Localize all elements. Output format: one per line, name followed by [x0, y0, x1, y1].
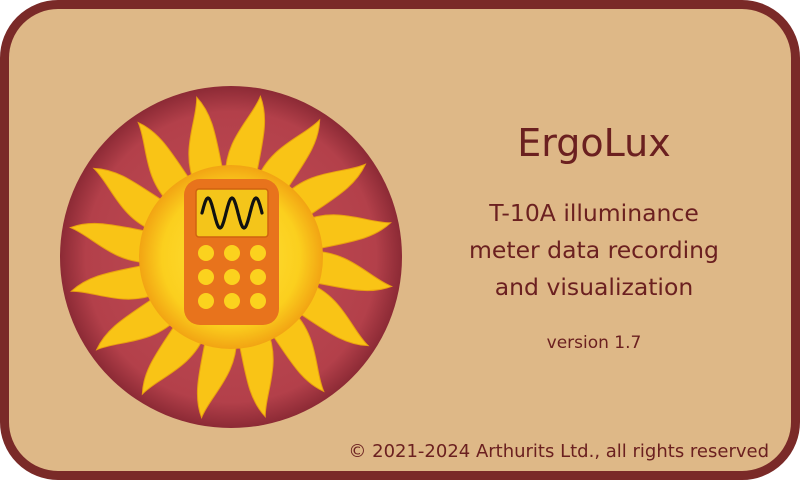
- app-description: T-10A illuminance meter data recording a…: [429, 195, 759, 306]
- keypad-button: [224, 293, 240, 309]
- keypad-button: [250, 269, 266, 285]
- splash-screen: ErgoLux T-10A illuminance meter data rec…: [0, 0, 800, 480]
- keypad-button: [250, 293, 266, 309]
- keypad-button: [198, 269, 214, 285]
- copyright-notice: © 2021-2024 Arthurits Ltd., all rights r…: [348, 441, 769, 462]
- keypad-button: [250, 245, 266, 261]
- app-logo: [53, 79, 409, 435]
- logo-graphic: [60, 86, 402, 428]
- app-title: ErgoLux: [517, 121, 671, 165]
- keypad-button: [198, 245, 214, 261]
- version-label: version 1.7: [546, 333, 642, 353]
- description-line-1: T-10A illuminance: [489, 199, 699, 227]
- meter-screen: [195, 188, 269, 238]
- keypad-button: [224, 269, 240, 285]
- meter-device-icon: [184, 179, 279, 325]
- keypad-button: [224, 245, 240, 261]
- description-line-2: meter data recording: [469, 236, 719, 264]
- description-line-3: and visualization: [494, 273, 694, 301]
- meter-keypad: [198, 245, 266, 309]
- keypad-button: [198, 293, 214, 309]
